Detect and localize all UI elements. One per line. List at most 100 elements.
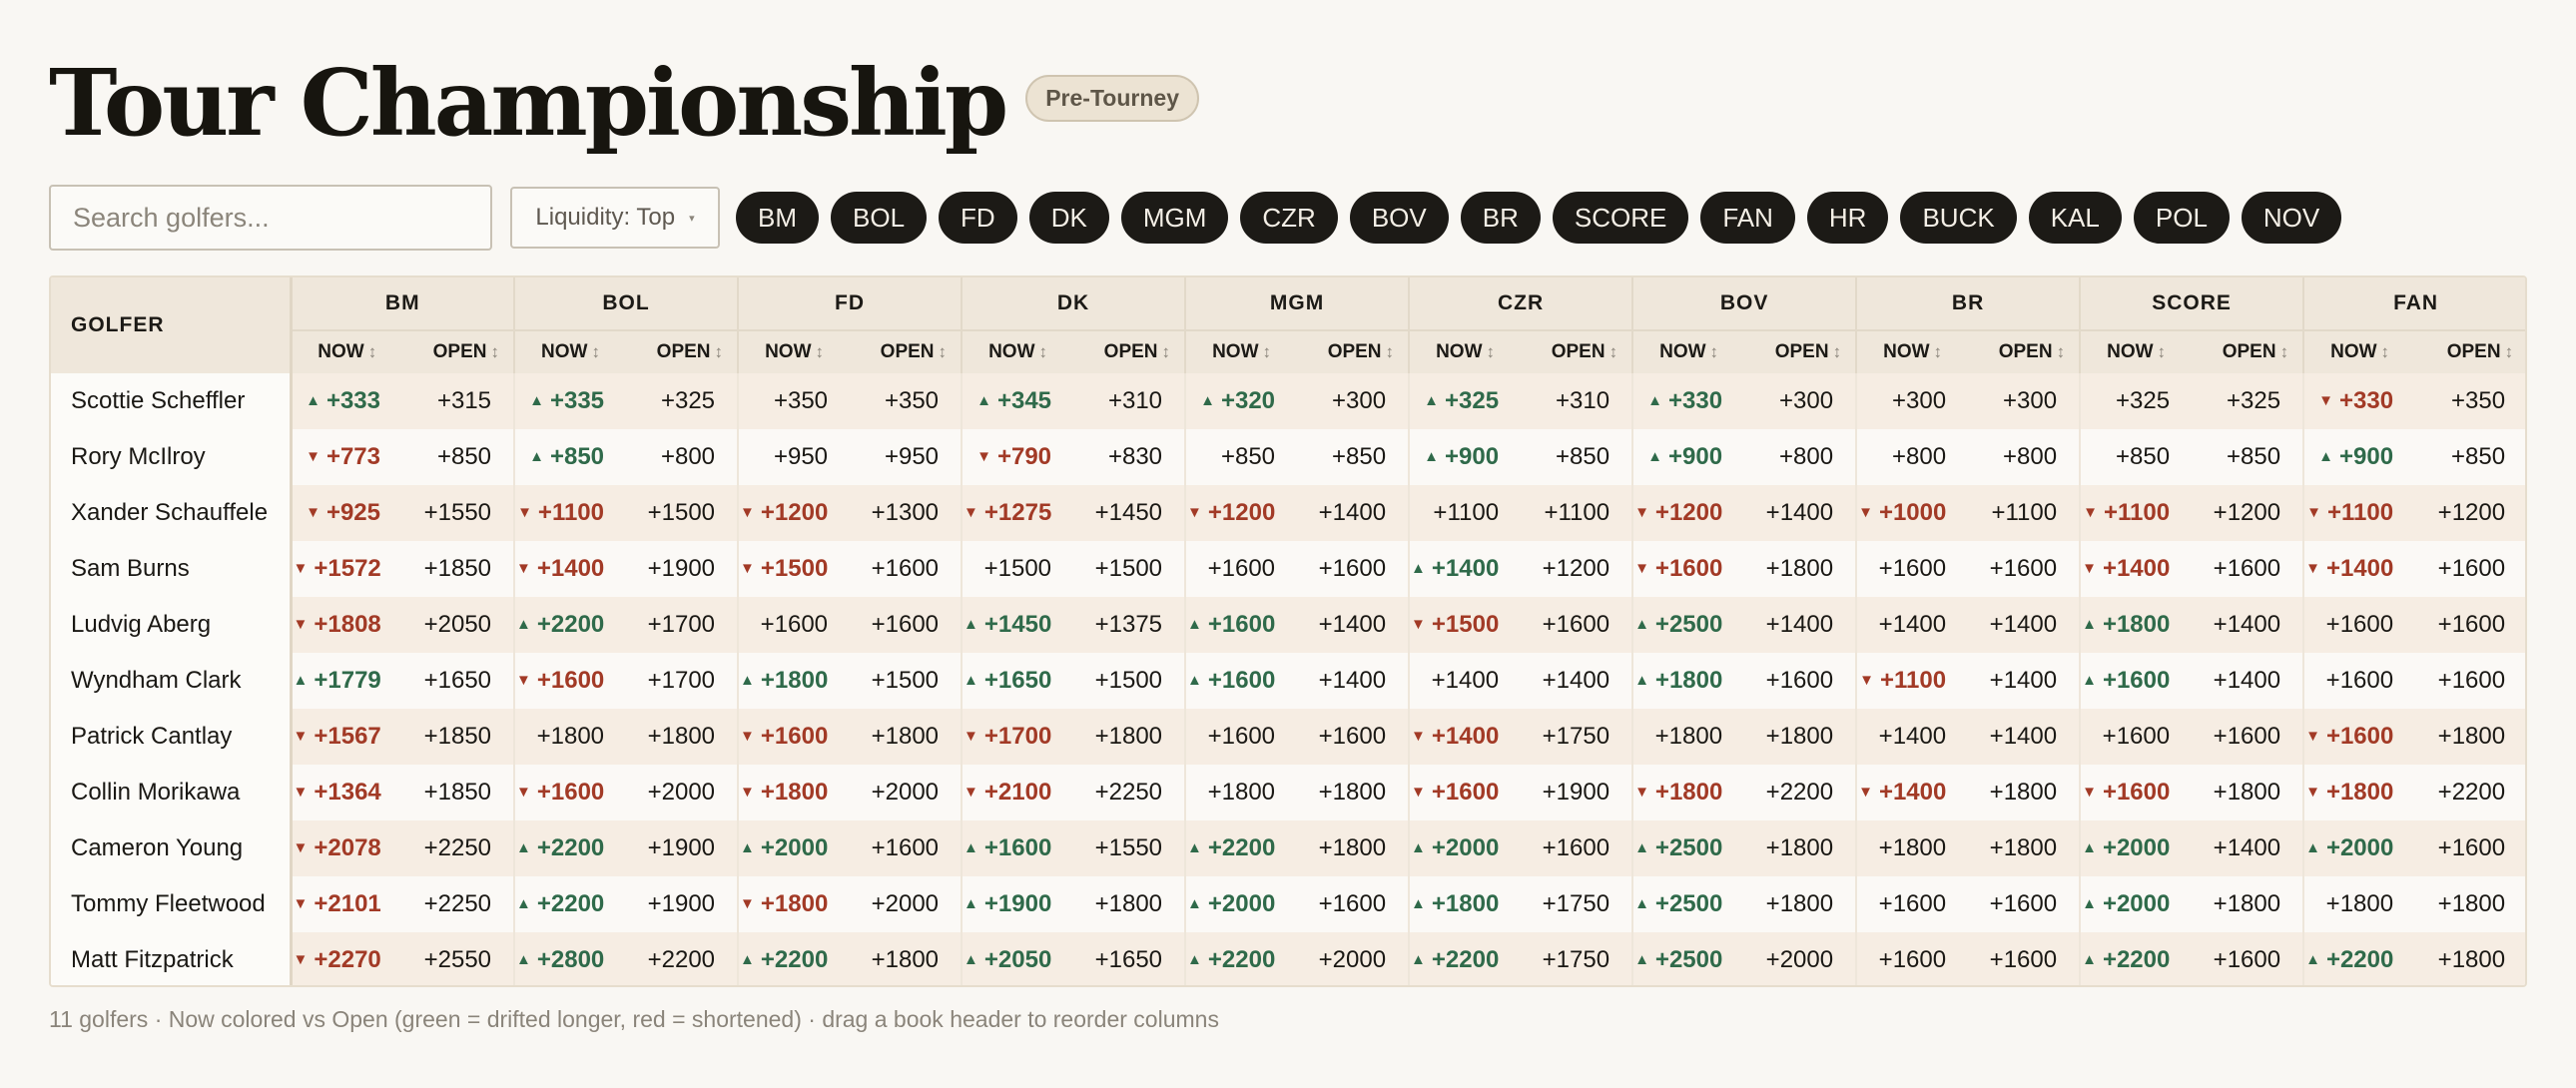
now-odds-value: +1600 [2325,723,2394,750]
table-row[interactable]: Scottie Scheffler ▲ +333 +315 ▲ +335 +325 +350 +… [51,373,2525,429]
book-pill-hr[interactable]: HR [1806,192,1889,244]
search-input[interactable] [49,185,492,251]
sort-header-open-czr[interactable]: OPEN ↕ [1521,330,1633,373]
now-odds-value: +1400 [1878,611,1947,638]
book-pill-czr[interactable]: CZR [1240,192,1338,244]
liquidity-select[interactable]: Liquidity: Top ▾ [510,187,720,249]
now-odds-value: +2000 [2325,834,2394,861]
arrow-up-icon: ▲ [1634,895,1649,912]
page-title: Tour Championship [49,49,1008,157]
book-pill-pol[interactable]: POL [2133,192,2230,244]
now-odds-value: +1800 [1654,723,1723,750]
sort-header-now-fan[interactable]: NOW ↕ [2302,330,2416,373]
open-odds-cell: +850 [2415,429,2525,485]
open-odds-cell: +2250 [402,876,515,932]
sort-header-open-mgm[interactable]: OPEN ↕ [1297,330,1410,373]
now-label: NOW [2330,341,2377,362]
now-odds-cell: +1800 [1855,820,1969,876]
open-odds-cell: +1200 [1521,541,1633,597]
arrow-up-icon: ▲ [2305,839,2320,856]
sort-header-open-bol[interactable]: OPEN ↕ [626,330,739,373]
table-row[interactable]: Wyndham Clark ▲ +1779 +1650 ▼ +1600 +1700 ▲ +180… [51,653,2525,709]
book-pill-kal[interactable]: KAL [2028,192,2122,244]
sort-header-now-czr[interactable]: NOW ↕ [1408,330,1522,373]
sort-header-now-bm[interactable]: NOW ↕ [290,330,402,373]
sort-header-open-fan[interactable]: OPEN ↕ [2415,330,2525,373]
table-row[interactable]: Patrick Cantlay ▼ +1567 +1850 +1800 +1800 ▼ +16… [51,709,2525,765]
now-odds-cell: ▲ +2200 [1184,932,1298,985]
book-header-br[interactable]: BR [1855,277,2081,331]
sort-header-open-score[interactable]: OPEN ↕ [2192,330,2304,373]
table-row[interactable]: Rory McIlroy ▼ +773 +850 ▲ +850 +800 +950 +950 ▼ +… [51,429,2525,485]
now-odds-cell: ▲ +900 [1631,429,1745,485]
sort-header-open-bm[interactable]: OPEN ↕ [402,330,515,373]
book-header-bol[interactable]: BOL [513,277,739,331]
sort-header-now-score[interactable]: NOW ↕ [2079,330,2193,373]
sort-header-open-fd[interactable]: OPEN ↕ [850,330,963,373]
now-odds-cell: +1100 [1408,485,1522,541]
sort-header-now-mgm[interactable]: NOW ↕ [1184,330,1298,373]
open-odds-cell: +1600 [1744,653,1857,709]
book-header-bm[interactable]: BM [289,277,515,331]
sort-header-open-dk[interactable]: OPEN ↕ [1073,330,1186,373]
book-pill-mgm[interactable]: MGM [1120,192,1229,244]
now-odds-value: +1600 [536,667,605,694]
now-odds-value: +1400 [1878,723,1947,750]
now-odds-cell: ▲ +333 [290,373,402,429]
open-odds-cell: +1600 [2415,597,2525,653]
book-pill-score[interactable]: SCORE [1552,192,1689,244]
book-header-czr[interactable]: CZR [1408,277,1633,331]
now-odds-cell: ▲ +2200 [513,876,627,932]
table-row[interactable]: Matt Fitzpatrick ▼ +2270 +2550 ▲ +2800 +2200 ▲ +… [51,932,2525,985]
now-odds-cell: ▼ +1100 [1855,653,1969,709]
now-odds-value: +800 [1892,443,1947,470]
book-pill-nov[interactable]: NOV [2241,192,2342,244]
open-odds-cell: +1600 [1521,597,1633,653]
now-odds-value: +2500 [1654,834,1723,861]
sort-header-now-bol[interactable]: NOW ↕ [513,330,627,373]
book-pill-buck[interactable]: BUCK [1900,192,2017,244]
arrow-up-icon: ▲ [529,392,544,409]
table-row[interactable]: Tommy Fleetwood ▼ +2101 +2250 ▲ +2200 +1900 ▼ +1… [51,876,2525,932]
sort-header-open-br[interactable]: OPEN ↕ [1968,330,2081,373]
book-header-mgm[interactable]: MGM [1184,277,1410,331]
sort-header-now-bov[interactable]: NOW ↕ [1631,330,1745,373]
arrow-up-icon: ▲ [2318,448,2334,465]
table-row[interactable]: Ludvig Aberg ▼ +1808 +2050 ▲ +2200 +1700 +1600 +… [51,597,2525,653]
sort-header-now-dk[interactable]: NOW ↕ [961,330,1074,373]
sort-header-now-br[interactable]: NOW ↕ [1855,330,1969,373]
book-pill-fd[interactable]: FD [939,192,1017,244]
now-odds-value: +1600 [1654,555,1723,582]
now-odds-value: +320 [1220,387,1276,414]
now-odds-cell: ▼ +1100 [2079,485,2193,541]
book-pill-br[interactable]: BR [1460,192,1541,244]
book-header-score[interactable]: SCORE [2079,277,2304,331]
open-odds-cell: +1600 [1521,820,1633,876]
book-pill-fan[interactable]: FAN [1700,192,1795,244]
book-pill-bm[interactable]: BM [736,192,819,244]
open-label: OPEN [1998,341,2053,362]
arrow-down-icon: ▼ [740,895,755,912]
table-row[interactable]: Xander Schauffele ▼ +925 +1550 ▼ +1100 +1500 ▼ +… [51,485,2525,541]
now-odds-value: +1572 [314,555,381,582]
book-pill-bov[interactable]: BOV [1349,192,1449,244]
book-pill-bol[interactable]: BOL [831,192,928,244]
sort-header-open-bov[interactable]: OPEN ↕ [1744,330,1857,373]
book-pill-dk[interactable]: DK [1028,192,1109,244]
book-header-fd[interactable]: FD [737,277,963,331]
golfer-name: Matt Fitzpatrick [51,932,293,985]
table-row[interactable]: Collin Morikawa ▼ +1364 +1850 ▼ +1600 +2000 ▼ +1… [51,765,2525,820]
open-odds-cell: +1600 [2415,820,2525,876]
controls-bar: Liquidity: Top ▾ BMBOLFDDKMGMCZRBOVBRSCO… [49,184,2342,252]
now-odds-value: +2800 [536,946,605,973]
sort-header-now-fd[interactable]: NOW ↕ [737,330,851,373]
table-row[interactable]: Cameron Young ▼ +2078 +2250 ▲ +2200 +1900 ▲ +200… [51,820,2525,876]
table-row[interactable]: Sam Burns ▼ +1572 +1850 ▼ +1400 +1900 ▼ +1500 +16… [51,541,2525,597]
book-header-dk[interactable]: DK [961,277,1186,331]
book-header-fan[interactable]: FAN [2302,277,2525,331]
now-label: NOW [1436,341,1483,362]
now-odds-cell: +850 [2079,429,2193,485]
book-header-bov[interactable]: BOV [1631,277,1857,331]
open-odds-cell: +1450 [1073,485,1186,541]
now-odds-cell: ▼ +1000 [1855,485,1969,541]
